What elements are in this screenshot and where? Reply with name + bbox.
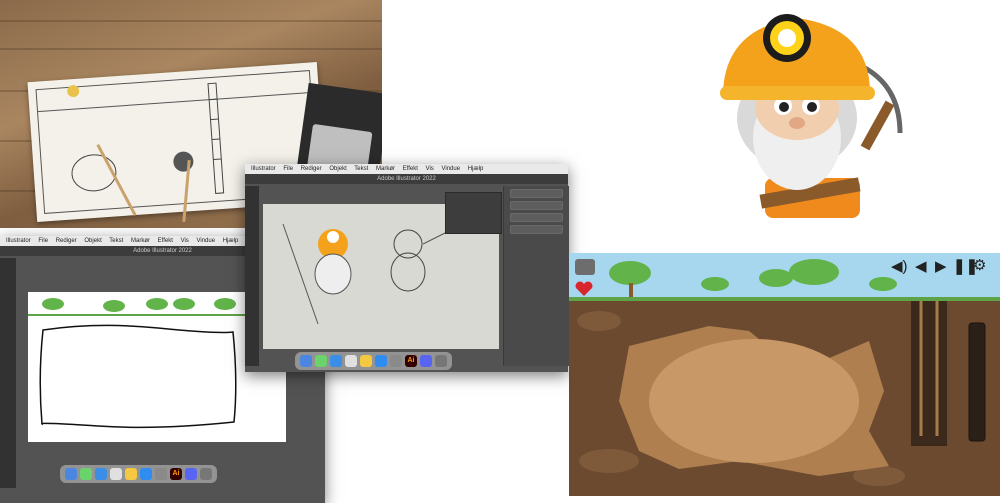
menu-objekt[interactable]: Objekt — [84, 238, 101, 244]
menu-file[interactable]: File — [38, 238, 48, 244]
dock: Ai — [295, 352, 452, 370]
panel-button[interactable] — [510, 213, 563, 222]
discord-icon[interactable] — [185, 468, 197, 480]
tree — [759, 269, 793, 287]
game-screen[interactable]: ◀) ◀ ▶ ❚❚ ⚙ — [569, 253, 1000, 496]
tree — [214, 298, 236, 310]
menu-file[interactable]: File — [283, 166, 293, 172]
settings-icon[interactable] — [390, 355, 402, 367]
trash-icon[interactable] — [435, 355, 447, 367]
menu-hjaelp[interactable]: Hjælp — [468, 166, 484, 172]
menu-vindue[interactable]: Vindue — [196, 238, 215, 244]
messages-icon[interactable] — [80, 468, 92, 480]
properties-panel — [503, 186, 569, 366]
finder-icon[interactable] — [300, 355, 312, 367]
menu-rediger[interactable]: Rediger — [56, 238, 77, 244]
calendar-icon[interactable] — [345, 355, 357, 367]
tree — [173, 298, 195, 310]
gear-icon[interactable]: ⚙ — [973, 258, 986, 274]
panel-button[interactable] — [510, 189, 563, 198]
miner-character — [705, 8, 920, 230]
prev-icon[interactable]: ◀ — [915, 259, 927, 275]
calendar-icon[interactable] — [110, 468, 122, 480]
dock: Ai — [60, 465, 217, 483]
underground — [569, 301, 1000, 496]
cave-outline — [39, 324, 237, 429]
illustrator-window-center: Illustrator File Rediger Objekt Tekst Ma… — [245, 164, 569, 372]
tree — [869, 277, 897, 291]
tools-panel[interactable] — [0, 258, 16, 488]
menu-effekt[interactable]: Effekt — [403, 166, 418, 172]
trash-icon[interactable] — [200, 468, 212, 480]
tools-panel[interactable] — [245, 186, 259, 366]
speaker-icon[interactable]: ◀) — [891, 259, 908, 275]
tree — [42, 298, 64, 310]
next-icon[interactable]: ▶ — [935, 259, 947, 275]
illustrator-icon[interactable]: Ai — [405, 355, 417, 367]
menu-illustrator[interactable]: Illustrator — [251, 166, 276, 172]
menu-hjaelp[interactable]: Hjælp — [223, 238, 239, 244]
panel-button[interactable] — [510, 201, 563, 210]
finder-icon[interactable] — [65, 468, 77, 480]
menu-vis[interactable]: Vis — [426, 166, 434, 172]
mail-icon[interactable] — [330, 355, 342, 367]
messages-icon[interactable] — [315, 355, 327, 367]
tree — [103, 300, 125, 312]
menu-objekt[interactable]: Objekt — [329, 166, 346, 172]
tree-trunk — [629, 283, 633, 297]
menu-marker[interactable]: Markør — [376, 166, 395, 172]
tree — [146, 298, 168, 310]
appstore-icon[interactable] — [140, 468, 152, 480]
menu-vis[interactable]: Vis — [181, 238, 189, 244]
tree — [701, 277, 729, 291]
settings-icon[interactable] — [155, 468, 167, 480]
menu-tekst[interactable]: Tekst — [109, 238, 123, 244]
mail-icon[interactable] — [95, 468, 107, 480]
notes-icon[interactable] — [125, 468, 137, 480]
stump — [575, 259, 595, 275]
heart-icon — [575, 281, 593, 296]
panel-button[interactable] — [510, 225, 563, 234]
illustrator-icon[interactable]: Ai — [170, 468, 182, 480]
tree — [789, 259, 839, 285]
window-title: Adobe Illustrator 2022 — [133, 248, 192, 254]
menu-bar: Illustrator File Rediger Objekt Tekst Ma… — [245, 164, 568, 174]
menu-tekst[interactable]: Tekst — [354, 166, 368, 172]
window-title: Adobe Illustrator 2022 — [377, 176, 436, 182]
title-bar: Adobe Illustrator 2022 — [245, 174, 568, 184]
menu-rediger[interactable]: Rediger — [301, 166, 322, 172]
menu-vindue[interactable]: Vindue — [441, 166, 460, 172]
menu-illustrator[interactable]: Illustrator — [6, 238, 31, 244]
menu-effekt[interactable]: Effekt — [158, 238, 173, 244]
tree — [609, 261, 651, 285]
notes-icon[interactable] — [360, 355, 372, 367]
discord-icon[interactable] — [420, 355, 432, 367]
menu-marker[interactable]: Markør — [131, 238, 150, 244]
layers-panel[interactable] — [445, 192, 502, 234]
appstore-icon[interactable] — [375, 355, 387, 367]
